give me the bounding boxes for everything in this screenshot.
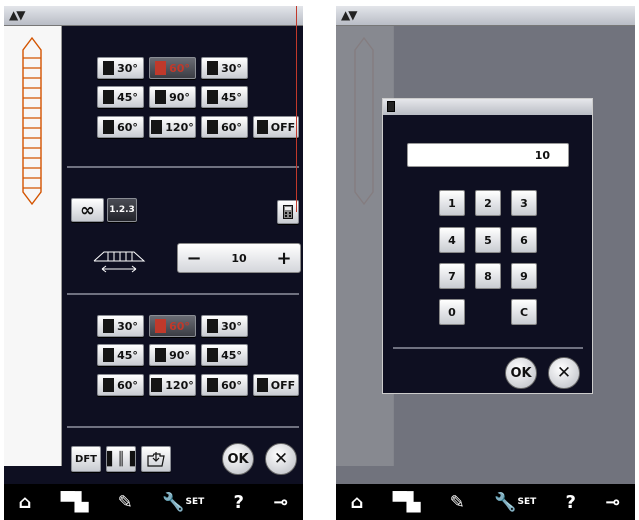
width-stepper: − 10 + <box>177 243 301 273</box>
numpad-display: 10 <box>407 143 569 167</box>
save-folder-button[interactable] <box>141 446 171 472</box>
top-start-120-button[interactable]: 120° <box>149 116 196 138</box>
dialog-cancel-button[interactable]: ✕ <box>548 357 580 389</box>
title-bar: ▲▼ <box>336 6 635 26</box>
key-5[interactable]: 5 <box>475 227 501 253</box>
bottom-start-45-button[interactable]: 45° <box>97 344 144 366</box>
ok-button[interactable]: OK <box>222 443 254 475</box>
top-start-60-button[interactable]: 60° <box>149 57 196 79</box>
lock-icon[interactable]: ⊸ <box>273 492 288 513</box>
dialog-ok-button[interactable]: OK <box>505 357 537 389</box>
keypad-icon <box>387 101 395 112</box>
dialog-title-bar <box>383 99 592 115</box>
key-0[interactable]: 0 <box>439 299 465 325</box>
key-6[interactable]: 6 <box>511 227 537 253</box>
home-icon[interactable]: ⌂ <box>351 492 364 513</box>
divider <box>67 293 299 295</box>
infinite-repeat-button[interactable]: ∞ <box>71 198 104 222</box>
settings-icon[interactable]: 🔧 SET <box>494 492 536 513</box>
key-9[interactable]: 9 <box>511 263 537 289</box>
key-3[interactable]: 3 <box>511 190 537 216</box>
key-8[interactable]: 8 <box>475 263 501 289</box>
brand-logo: ▲▼ <box>341 8 358 22</box>
bottom-start-90-button[interactable]: 90° <box>149 344 196 366</box>
top-start-60b-button[interactable]: 60° <box>97 116 144 138</box>
top-end-45-button[interactable]: 45° <box>201 86 248 108</box>
key-4[interactable]: 4 <box>439 227 465 253</box>
stitch-preview-panel <box>4 26 62 466</box>
keypad-icon <box>283 205 293 219</box>
bottom-start-60-button[interactable]: 60° <box>149 315 196 337</box>
mirror-button[interactable]: ▌║▐ <box>106 446 136 472</box>
file-manager-icon[interactable]: ✎ <box>118 492 133 513</box>
key-clear[interactable]: C <box>511 299 537 325</box>
bottom-end-60-button[interactable]: 60° <box>201 374 248 396</box>
help-icon[interactable]: ? <box>566 492 576 513</box>
stitch-preview <box>22 36 42 206</box>
folder-icon <box>147 452 165 467</box>
top-start-30-button[interactable]: 30° <box>97 57 144 79</box>
divider <box>67 426 299 428</box>
machine-icon[interactable]: ▀▙ <box>61 492 89 513</box>
key-7[interactable]: 7 <box>439 263 465 289</box>
bottom-toolbar: ⌂ ▀▙ ✎ 🔧 SET ? ⊸ <box>4 484 303 520</box>
stitch-width-icon <box>93 251 146 273</box>
machine-icon[interactable]: ▀▙ <box>393 492 421 513</box>
top-end-30-button[interactable]: 30° <box>201 57 248 79</box>
numpad-dialog: 10 1 2 3 4 5 6 7 8 9 0 C OK ✕ <box>382 98 593 394</box>
dialog-divider <box>393 347 583 349</box>
top-off-button[interactable]: OFF <box>253 116 299 138</box>
lock-icon[interactable]: ⊸ <box>605 492 620 513</box>
help-icon[interactable]: ? <box>234 492 244 513</box>
bottom-start-60b-button[interactable]: 60° <box>97 374 144 396</box>
minus-button[interactable]: − <box>182 246 206 270</box>
brand-logo: ▲▼ <box>9 8 26 22</box>
bottom-toolbar: ⌂ ▀▙ ✎ 🔧 SET ? ⊸ <box>336 484 635 520</box>
key-2[interactable]: 2 <box>475 190 501 216</box>
home-icon[interactable]: ⌂ <box>19 492 32 513</box>
bottom-end-45-button[interactable]: 45° <box>201 344 248 366</box>
key-1[interactable]: 1 <box>439 190 465 216</box>
settings-icon[interactable]: 🔧 SET <box>162 492 204 513</box>
file-manager-icon[interactable]: ✎ <box>450 492 465 513</box>
top-end-60-button[interactable]: 60° <box>201 116 248 138</box>
plus-button[interactable]: + <box>272 246 296 270</box>
bottom-start-120-button[interactable]: 120° <box>149 374 196 396</box>
divider <box>67 166 299 168</box>
top-start-45-button[interactable]: 45° <box>97 86 144 108</box>
cancel-button[interactable]: ✕ <box>265 443 297 475</box>
bottom-start-30-button[interactable]: 30° <box>97 315 144 337</box>
numpad-screen: ▲▼ 10 1 2 3 4 5 6 7 8 9 0 C OK ✕ ⌂ ▀▙ ✎ … <box>336 6 635 520</box>
sequence-repeat-button[interactable]: 1.2.3 <box>107 198 137 222</box>
bottom-off-button[interactable]: OFF <box>253 374 299 396</box>
callout-line <box>296 6 297 212</box>
width-value: 10 <box>231 251 247 265</box>
dft-button[interactable]: DFT <box>71 446 101 472</box>
title-bar: ▲▼ <box>4 6 303 26</box>
main-screen: ▲▼ 30° 60° 30° 45° 90° 45° 60° 120° 60° … <box>4 6 303 520</box>
bottom-end-30-button[interactable]: 30° <box>201 315 248 337</box>
top-start-90-button[interactable]: 90° <box>149 86 196 108</box>
